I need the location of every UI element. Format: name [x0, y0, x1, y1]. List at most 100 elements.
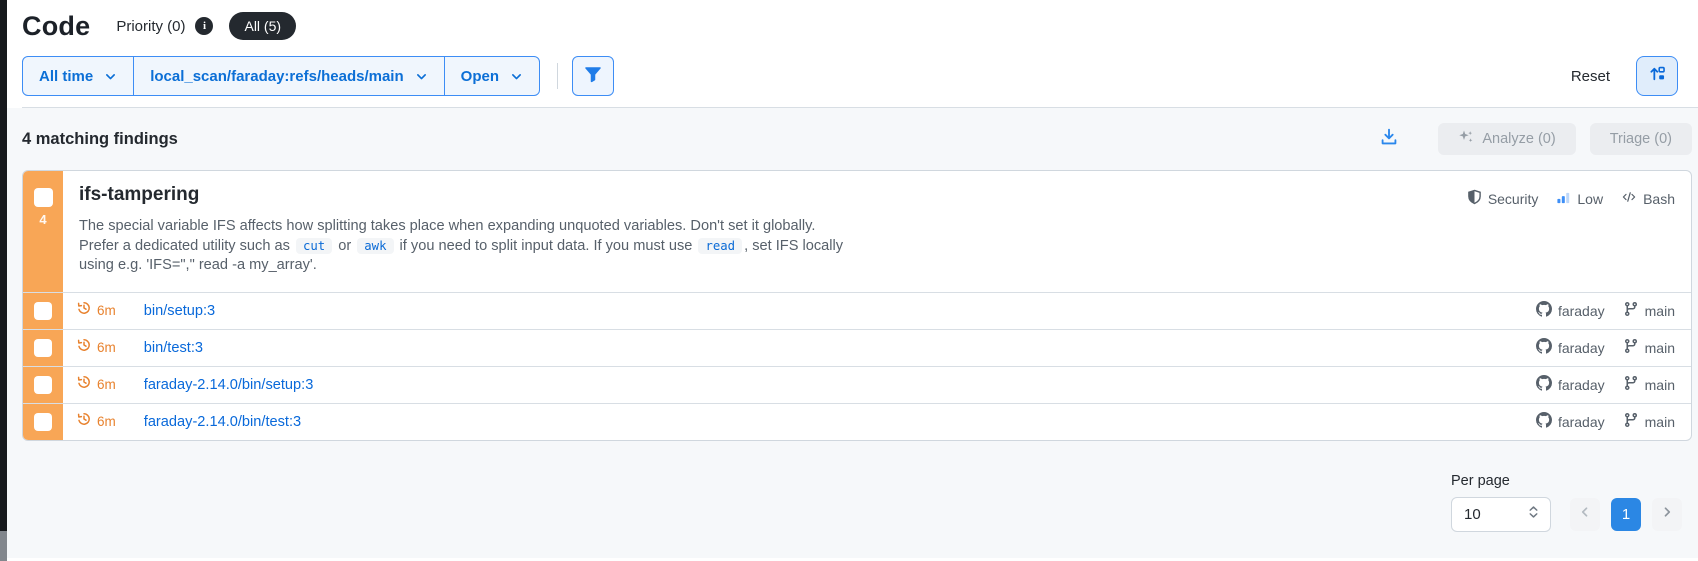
findings-toolbar: 4 matching findings Analyze (0): [22, 108, 1692, 170]
category-badge: Security: [1467, 189, 1539, 208]
row-select-cell[interactable]: [23, 404, 63, 440]
funnel-icon: [584, 65, 602, 88]
repo-name: faraday: [1558, 340, 1605, 356]
status-value: Open: [461, 68, 499, 85]
pagination-footer: Per page 10: [22, 441, 1692, 532]
branch-name: main: [1645, 340, 1675, 356]
select-all-checkbox[interactable]: [34, 188, 53, 207]
branch-name: main: [1645, 414, 1675, 430]
reset-filters-button[interactable]: Reset: [1571, 68, 1610, 85]
severity-label: Low: [1577, 191, 1603, 207]
finding-count-badge: 4: [39, 212, 46, 227]
branch-meta: main: [1623, 375, 1675, 394]
finding-location-link[interactable]: faraday-2.14.0/bin/setup:3: [144, 377, 314, 393]
finding-card-header: 4 ifs-tampering: [23, 171, 1691, 292]
scan-target-dropdown[interactable]: local_scan/faraday:refs/heads/main: [133, 57, 443, 95]
git-branch-icon: [1623, 301, 1639, 320]
scrollbar-thumb[interactable]: [0, 531, 7, 561]
description-text: if you need to split input data. If you …: [396, 238, 697, 254]
repo-meta: faraday: [1536, 338, 1605, 357]
matching-findings-count: 4 matching findings: [22, 130, 178, 149]
sparkle-icon: [1458, 129, 1474, 149]
finding-row: 6m faraday-2.14.0/bin/test:3 faraday mai…: [23, 403, 1691, 440]
repo-name: faraday: [1558, 377, 1605, 393]
tab-priority[interactable]: Priority (0): [116, 18, 185, 35]
repo-name: faraday: [1558, 303, 1605, 319]
finding-location-link[interactable]: bin/setup:3: [144, 303, 215, 319]
chevron-down-icon: [415, 70, 428, 83]
git-branch-icon: [1623, 412, 1639, 431]
row-select-cell[interactable]: [23, 293, 63, 329]
stepper-icon: [1527, 504, 1540, 524]
download-icon: [1378, 126, 1400, 153]
repo-meta: faraday: [1536, 301, 1605, 320]
severity-badge: Low: [1556, 190, 1603, 208]
tab-all[interactable]: All (5): [229, 12, 296, 40]
shield-icon: [1467, 189, 1482, 208]
finding-age: 6m: [97, 340, 116, 355]
sort-icon: [1648, 64, 1667, 88]
page-header: Code Priority (0) i All (5) All time loc…: [0, 0, 1698, 108]
inline-code: read: [698, 238, 742, 254]
time-range-dropdown[interactable]: All time: [23, 57, 133, 95]
finding-description: The special variable IFS affects how spl…: [79, 217, 857, 276]
clock-history-icon: [76, 337, 92, 358]
filter-dropdown-group: All time local_scan/faraday:refs/heads/m…: [22, 56, 540, 96]
inline-code: cut: [296, 238, 332, 254]
code-findings-page: Code Priority (0) i All (5) All time loc…: [0, 0, 1698, 561]
more-filters-button[interactable]: [572, 56, 614, 96]
finding-row: 6m bin/test:3 faraday main: [23, 329, 1691, 366]
triage-button[interactable]: Triage (0): [1590, 123, 1692, 155]
git-branch-icon: [1623, 375, 1639, 394]
inline-code: awk: [357, 238, 393, 254]
analyze-button-label: Analyze (0): [1482, 131, 1555, 147]
per-page-select[interactable]: 10: [1451, 497, 1551, 532]
github-icon: [1536, 375, 1552, 394]
sort-button[interactable]: [1636, 56, 1678, 96]
row-checkbox[interactable]: [34, 339, 52, 357]
page-title: Code: [22, 11, 90, 42]
row-checkbox[interactable]: [34, 413, 52, 431]
time-range-value: All time: [39, 68, 93, 85]
row-checkbox[interactable]: [34, 302, 52, 320]
clock-history-icon: [76, 300, 92, 321]
finding-location-link[interactable]: bin/test:3: [144, 340, 203, 356]
analyze-button[interactable]: Analyze (0): [1438, 123, 1575, 155]
status-dropdown[interactable]: Open: [444, 57, 539, 95]
filter-bar: All time local_scan/faraday:refs/heads/m…: [22, 56, 1698, 96]
chevron-right-icon: [1661, 505, 1673, 523]
repo-meta: faraday: [1536, 375, 1605, 394]
page-1-button[interactable]: 1: [1611, 498, 1641, 531]
branch-meta: main: [1623, 301, 1675, 320]
row-select-cell[interactable]: [23, 367, 63, 403]
finding-age: 6m: [97, 303, 116, 318]
branch-meta: main: [1623, 412, 1675, 431]
triage-button-label: Triage (0): [1610, 131, 1672, 147]
repo-name: faraday: [1558, 414, 1605, 430]
next-page-button[interactable]: [1652, 498, 1682, 531]
download-button[interactable]: [1378, 126, 1400, 153]
chevron-left-icon: [1579, 505, 1591, 523]
select-all-cell[interactable]: 4: [23, 171, 63, 292]
finding-location-link[interactable]: faraday-2.14.0/bin/test:3: [144, 414, 301, 430]
branch-name: main: [1645, 377, 1675, 393]
finding-row: 6m faraday-2.14.0/bin/setup:3 faraday ma…: [23, 366, 1691, 403]
chevron-down-icon: [510, 70, 523, 83]
repo-meta: faraday: [1536, 412, 1605, 431]
row-checkbox[interactable]: [34, 376, 52, 394]
scan-target-value: local_scan/faraday:refs/heads/main: [150, 68, 403, 85]
finding-title[interactable]: ifs-tampering: [79, 184, 199, 206]
github-icon: [1536, 412, 1552, 431]
row-select-cell[interactable]: [23, 330, 63, 366]
finding-age: 6m: [97, 414, 116, 429]
sidebar-edge: [0, 0, 7, 561]
finding-badges: Security Low: [1467, 189, 1675, 208]
info-icon[interactable]: i: [195, 17, 213, 35]
description-text: or: [334, 238, 355, 254]
language-label: Bash: [1643, 191, 1675, 207]
branch-name: main: [1645, 303, 1675, 319]
prev-page-button[interactable]: [1570, 498, 1600, 531]
code-icon: [1621, 190, 1637, 207]
github-icon: [1536, 301, 1552, 320]
finding-row: 6m bin/setup:3 faraday main: [23, 292, 1691, 329]
